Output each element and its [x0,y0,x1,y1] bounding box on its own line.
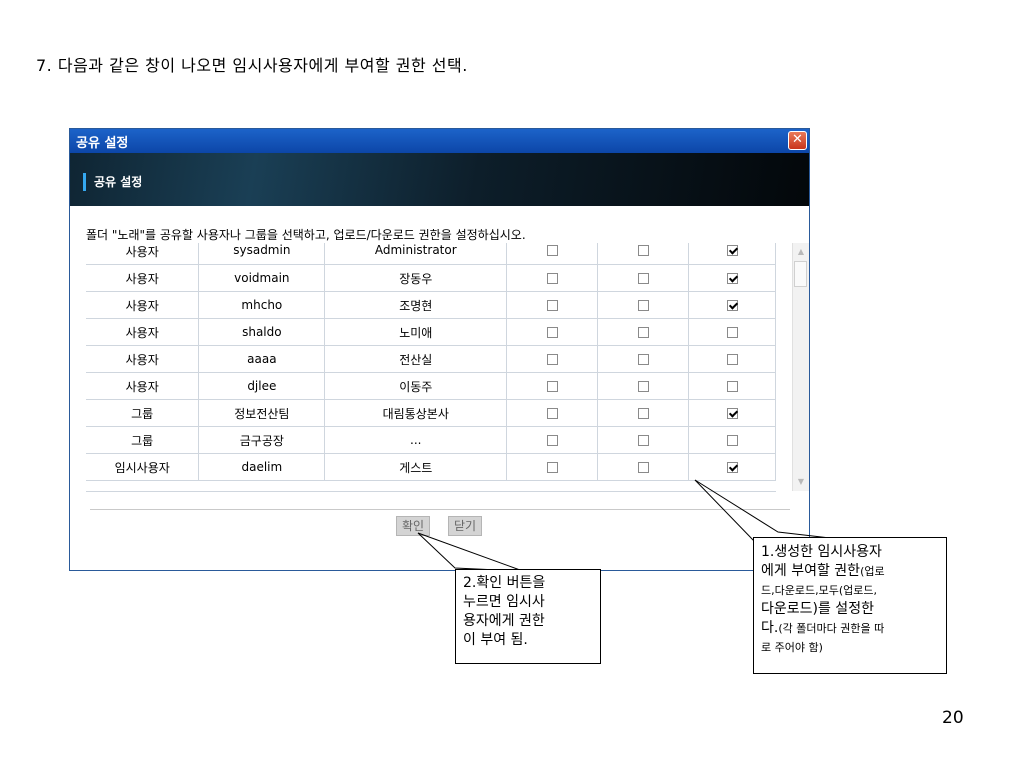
callout1-line: 다운로드)를 설정한 [761,601,874,617]
callout1-line: 드,다운로드,모두(업로드, [761,584,877,597]
callout2-line: 누르면 임시사 [463,594,545,610]
callout-permission-note: 1.생성한 임시사용자 에게 부여할 권한(업로 드,다운로드,모두(업로드, … [753,537,947,674]
callout2-pointer-b [417,532,521,571]
callout1-line: 에게 부여할 권한(업로 [761,563,885,579]
callout1-pointer-b [694,479,756,543]
callout2-line: 2.확인 버튼을 [463,575,546,591]
callout-ok-note: 2.확인 버튼을 누르면 임시사 용자에게 권한 이 부여 됨. [455,569,601,664]
callout2-line: 용자에게 권한 [463,613,545,629]
callout1-line: 다.(각 폴더마다 권한을 따 [761,620,885,636]
callout1-line: 1.생성한 임시사용자 [761,544,882,560]
callout2-line: 이 부여 됨. [463,632,528,648]
callout1-line: 로 주어야 함) [761,641,823,654]
callout2-pointer [417,532,499,571]
callout1-pointer [694,479,831,539]
page-number: 20 [942,708,964,728]
